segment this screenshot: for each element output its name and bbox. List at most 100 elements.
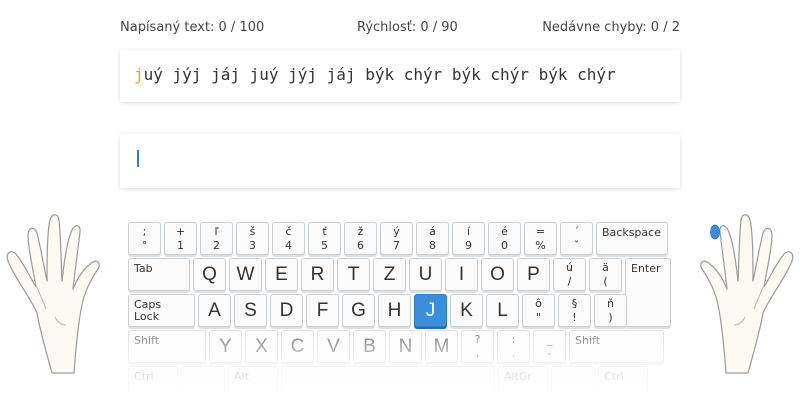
key-tab[interactable]: Tab xyxy=(128,258,190,291)
key-y[interactable]: Y xyxy=(209,330,242,363)
key-lower-symbol: 2 xyxy=(213,239,220,252)
key-upper-symbol: ä xyxy=(602,261,609,274)
key-z[interactable]: Z xyxy=(373,258,406,291)
key-symbol[interactable]: ú / xyxy=(553,258,586,291)
key-letter: P xyxy=(527,264,540,285)
key-symbol[interactable]: é0 xyxy=(488,222,521,255)
key-lower-symbol: ! xyxy=(572,311,577,324)
key-symbol[interactable]: +1 xyxy=(164,222,197,255)
key-x[interactable]: X xyxy=(245,330,278,363)
key-symbol[interactable]: á8 xyxy=(416,222,449,255)
key-l[interactable]: L xyxy=(486,294,519,327)
key-upper-symbol: : xyxy=(511,333,516,346)
key-label: Backspace xyxy=(602,226,661,239)
key-alt[interactable]: Alt xyxy=(228,366,278,399)
key-h[interactable]: H xyxy=(378,294,411,327)
key-space[interactable] xyxy=(281,366,495,399)
key-symbol[interactable]: ´ ˇ xyxy=(560,222,593,255)
key-upper-symbol: + xyxy=(175,225,186,238)
key-shift[interactable]: Shift xyxy=(569,330,664,363)
key-upper-symbol: = xyxy=(535,225,546,238)
key-label: Tab xyxy=(134,262,153,275)
key-upper-symbol: š xyxy=(249,225,256,238)
key-symbol[interactable]: ň) xyxy=(594,294,627,327)
key-q[interactable]: Q xyxy=(193,258,226,291)
key-symbol[interactable]: í9 xyxy=(452,222,485,255)
key-i[interactable]: I xyxy=(445,258,478,291)
key-upper-symbol: ? xyxy=(474,333,481,346)
key-lower-symbol: 6 xyxy=(357,239,364,252)
key-lower-symbol: % xyxy=(535,239,546,252)
key-w[interactable]: W xyxy=(229,258,262,291)
key-symbol[interactable]: ä( xyxy=(589,258,622,291)
key-label: Ctrl xyxy=(604,370,624,383)
key-letter: M xyxy=(433,336,450,357)
key-m[interactable]: M xyxy=(425,330,458,363)
key-symbol[interactable]: č4 xyxy=(272,222,305,255)
key-upper-symbol: í xyxy=(466,225,471,238)
key-symbol[interactable]: ž6 xyxy=(344,222,377,255)
key-f[interactable]: F xyxy=(306,294,339,327)
key-k[interactable]: K xyxy=(450,294,483,327)
left-hand-illustration xyxy=(6,214,100,374)
key-upper-symbol: _ xyxy=(546,333,553,346)
key-a[interactable]: A xyxy=(198,294,231,327)
key-r[interactable]: R xyxy=(301,258,334,291)
key-lower-symbol: ˇ xyxy=(573,239,580,252)
key-symbol[interactable]: §! xyxy=(558,294,591,327)
key-j[interactable]: J xyxy=(414,294,447,327)
key-g[interactable]: G xyxy=(342,294,375,327)
key-symbol[interactable]: š3 xyxy=(236,222,269,255)
key-altgr[interactable]: AltGr xyxy=(498,366,548,399)
key-d[interactable]: D xyxy=(270,294,303,327)
key-letter: K xyxy=(460,300,473,321)
typing-input-area[interactable] xyxy=(120,134,680,188)
key-symbol[interactable]: :. xyxy=(497,330,530,363)
key-upper-symbol: ô xyxy=(535,297,542,310)
key-t[interactable]: T xyxy=(337,258,370,291)
key-upper-symbol: ý xyxy=(393,225,400,238)
key-lower-symbol: / xyxy=(567,275,572,288)
key-lower-symbol: 4 xyxy=(285,239,292,252)
key-letter: Y xyxy=(219,336,232,357)
key-upper-symbol: ; xyxy=(142,225,147,238)
key-letter: Z xyxy=(383,264,396,285)
key-u[interactable]: U xyxy=(409,258,442,291)
text-caret xyxy=(137,150,139,167)
lesson-text-panel: juý jýj jáj juý jýj jáj býk chýr býk chý… xyxy=(120,50,680,102)
right-hand-illustration xyxy=(700,214,794,374)
key-ctrl[interactable]: Ctrl xyxy=(128,366,178,399)
key-symbol[interactable]: ť5 xyxy=(308,222,341,255)
key-label: Ctrl xyxy=(134,370,154,383)
key-letter: N xyxy=(398,336,413,357)
key-lower-symbol: 8 xyxy=(429,239,436,252)
key-ctrl[interactable]: Ctrl xyxy=(598,366,648,399)
speed-counter: Rýchlosť: 0 / 90 xyxy=(357,20,458,35)
key-letter: C xyxy=(290,336,305,357)
key-c[interactable]: C xyxy=(281,330,314,363)
key-symbol[interactable]: ?, xyxy=(461,330,494,363)
key-symbol[interactable]: =% xyxy=(524,222,557,255)
key-backspace[interactable]: Backspace xyxy=(596,222,668,255)
key-upper-symbol: é xyxy=(501,225,508,238)
key-space[interactable] xyxy=(181,366,225,399)
key-letter: X xyxy=(255,336,268,357)
key-letter: V xyxy=(327,336,340,357)
key-b[interactable]: B xyxy=(353,330,386,363)
key-symbol[interactable]: ý7 xyxy=(380,222,413,255)
key-shift[interactable]: Shift xyxy=(128,330,206,363)
key-space[interactable] xyxy=(551,366,595,399)
key-symbol[interactable]: ; ° xyxy=(128,222,161,255)
key-caps-lock[interactable]: Caps Lock xyxy=(128,294,195,327)
key-enter[interactable]: Enter xyxy=(625,258,671,327)
key-symbol[interactable]: ľ2 xyxy=(200,222,233,255)
key-symbol[interactable]: ô " xyxy=(522,294,555,327)
key-v[interactable]: V xyxy=(317,330,350,363)
key-n[interactable]: N xyxy=(389,330,422,363)
key-p[interactable]: P xyxy=(517,258,550,291)
key-o[interactable]: O xyxy=(481,258,514,291)
key-e[interactable]: E xyxy=(265,258,298,291)
key-letter: Q xyxy=(202,264,217,285)
key-symbol[interactable]: _ - xyxy=(533,330,566,363)
key-s[interactable]: S xyxy=(234,294,267,327)
